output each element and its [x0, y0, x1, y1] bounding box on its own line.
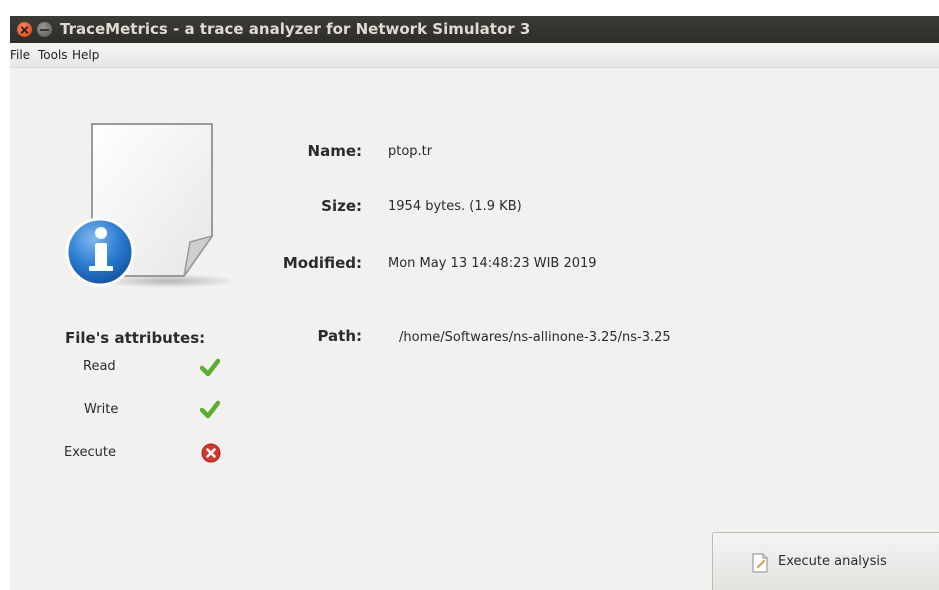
path-value: /home/Softwares/ns-allinone-3.25/ns-3.25	[399, 330, 671, 345]
check-icon	[200, 400, 220, 419]
size-label: Size:	[321, 197, 362, 215]
error-icon	[201, 443, 221, 463]
title-bar[interactable]: TraceMetrics - a trace analyzer for Netw…	[10, 16, 939, 43]
menu-help[interactable]: Help	[72, 48, 99, 62]
name-value: ptop.tr	[388, 144, 433, 159]
check-icon	[200, 358, 220, 377]
window-title: TraceMetrics - a trace analyzer for Netw…	[60, 20, 531, 38]
modified-value: Mon May 13 14:48:23 WIB 2019	[388, 256, 597, 271]
execute-analysis-button[interactable]: Execute analysis	[712, 532, 939, 590]
attributes-title: File's attributes:	[65, 329, 206, 347]
attribute-read-label: Read	[83, 359, 116, 374]
minimize-window-button[interactable]	[37, 22, 52, 37]
file-info-icon	[65, 123, 230, 288]
execute-analysis-label: Execute analysis	[778, 554, 887, 569]
menu-bar: File Tools Help	[10, 43, 939, 68]
size-value: 1954 bytes. (1.9 KB)	[388, 199, 522, 214]
menu-tools[interactable]: Tools	[38, 48, 68, 62]
path-label: Path:	[317, 327, 362, 345]
attribute-execute-label: Execute	[64, 445, 116, 460]
close-window-button[interactable]	[17, 22, 32, 37]
menu-file[interactable]: File	[10, 48, 30, 62]
app-window: TraceMetrics - a trace analyzer for Netw…	[10, 16, 939, 590]
attribute-write-label: Write	[84, 402, 119, 417]
document-edit-icon	[752, 553, 768, 573]
modified-label: Modified:	[282, 254, 362, 272]
name-label: Name:	[307, 142, 362, 160]
